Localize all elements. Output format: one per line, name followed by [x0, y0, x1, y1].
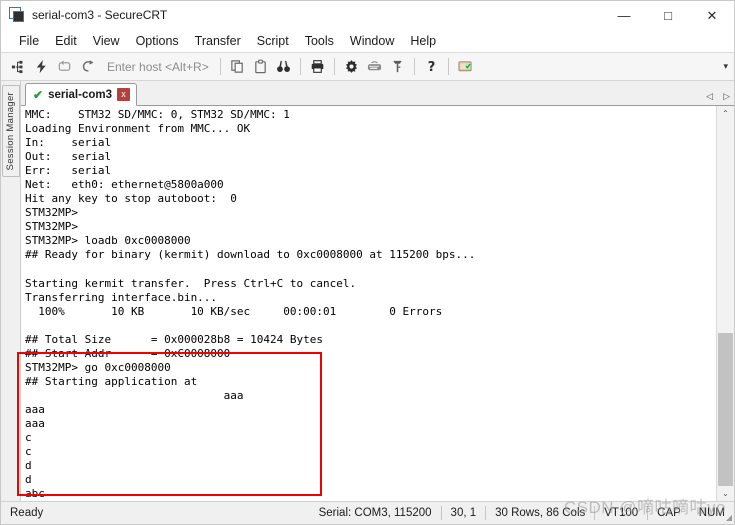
- terminal-line: Starting kermit transfer. Press Ctrl+C t…: [25, 276, 357, 290]
- menu-transfer[interactable]: Transfer: [187, 32, 249, 50]
- check-icon: ✔: [33, 87, 44, 102]
- tab-next-icon[interactable]: ▷: [723, 91, 730, 102]
- menu-options[interactable]: Options: [128, 32, 187, 50]
- terminal-line: c: [25, 431, 32, 445]
- svg-text:?: ?: [427, 60, 435, 74]
- find-icon[interactable]: [272, 55, 295, 78]
- secure-desktop-icon[interactable]: [454, 55, 477, 78]
- toolbar-separator-4: [413, 58, 415, 75]
- menu-tools[interactable]: Tools: [297, 32, 342, 50]
- tab-serial-com3[interactable]: ✔ serial-com3 x: [25, 83, 137, 106]
- toolbar-separator-3: [333, 58, 335, 75]
- terminal-line: aaa: [25, 388, 244, 402]
- close-button[interactable]: ✕: [690, 1, 734, 29]
- status-dimensions: 30 Rows, 86 Cols: [495, 507, 586, 519]
- terminal-line: ## Total Size = 0x000028b8 = 10424 Bytes: [25, 332, 324, 346]
- terminal-line: abc: [25, 487, 45, 501]
- terminal-line: ## Starting application at: [25, 374, 198, 388]
- help-icon[interactable]: ?: [420, 55, 443, 78]
- terminal-line: d: [25, 473, 32, 487]
- quick-connect-icon[interactable]: [30, 55, 53, 78]
- menu-edit[interactable]: Edit: [47, 32, 85, 50]
- tab-navigation: ◁ ▷: [706, 91, 730, 102]
- terminal-scrollbar[interactable]: ⌃ ⌄: [716, 106, 734, 501]
- terminal-line: In: serial: [25, 136, 112, 150]
- disconnect-icon[interactable]: [76, 55, 99, 78]
- reconnect-icon[interactable]: [53, 55, 76, 78]
- terminal-line: ## Start Addr = 0xC0008000: [25, 346, 231, 360]
- terminal-line: aaa: [25, 402, 45, 416]
- terminal-line: ## Ready for binary (kermit) download to…: [25, 248, 476, 262]
- session-options-icon[interactable]: [340, 55, 363, 78]
- scroll-thumb[interactable]: [718, 332, 733, 486]
- terminal-line: STM32MP> loadb 0xc0008000: [25, 234, 191, 248]
- menu-view[interactable]: View: [85, 32, 128, 50]
- terminal-line: STM32MP>: [25, 206, 78, 220]
- terminal-output[interactable]: MMC: STM32 SD/MMC: 0, STM32 SD/MMC: 1 Loa…: [21, 106, 716, 501]
- terminal-line: MMC: STM32 SD/MMC: 0, STM32 SD/MMC: 1: [25, 108, 290, 121]
- terminal-line: 100% 10 KB 10 KB/sec 00:00:01 0 Errors: [25, 304, 443, 318]
- terminal-line: Hit any key to stop autoboot: 0: [25, 192, 237, 206]
- window-title: serial-com3 - SecureCRT: [32, 8, 168, 22]
- main-body: Session Manager ✔ serial-com3 x ◁ ▷ MMC:…: [1, 81, 734, 501]
- status-connection: Serial: COM3, 115200: [318, 507, 432, 519]
- terminal-line: Err: serial: [25, 164, 112, 178]
- status-cursor-position: 30, 1: [450, 507, 477, 519]
- resize-grip[interactable]: ◢: [726, 513, 732, 522]
- terminal-line: c: [25, 445, 32, 459]
- status-bar: Ready Serial: COM3, 115200 30, 1 30 Rows…: [1, 501, 734, 524]
- menu-bar: File Edit View Options Transfer Script T…: [1, 29, 734, 53]
- close-icon[interactable]: x: [117, 88, 130, 101]
- toolbar-overflow-button[interactable]: ▾: [723, 53, 728, 80]
- session-manager-rail: Session Manager: [1, 81, 21, 501]
- content-column: ✔ serial-com3 x ◁ ▷ MMC: STM32 SD/MMC: 0…: [21, 81, 734, 501]
- menu-script[interactable]: Script: [249, 32, 297, 50]
- toolbar: Enter host <Alt+R> ? ▾: [1, 53, 734, 81]
- key-icon[interactable]: [386, 55, 409, 78]
- terminal-line: Out: serial: [25, 150, 112, 164]
- scroll-up-icon[interactable]: ⌃: [717, 106, 734, 121]
- terminal-line: d: [25, 459, 32, 473]
- toolbar-separator-2: [299, 58, 301, 75]
- securecrt-icon: [9, 7, 25, 23]
- tab-label: serial-com3: [48, 88, 112, 101]
- scroll-track[interactable]: [717, 121, 734, 486]
- session-manager-label: Session Manager: [5, 92, 16, 171]
- toolbar-separator-5: [447, 58, 449, 75]
- status-caps-lock: CAP: [657, 507, 681, 519]
- menu-help[interactable]: Help: [402, 32, 444, 50]
- terminal-line: STM32MP>: [25, 220, 78, 234]
- title-bar: serial-com3 - SecureCRT — □ ✕: [1, 1, 734, 29]
- print-icon[interactable]: [306, 55, 329, 78]
- status-state: Ready: [10, 507, 44, 519]
- menu-file[interactable]: File: [11, 32, 47, 50]
- new-session-icon[interactable]: [7, 55, 30, 78]
- copy-icon[interactable]: [226, 55, 249, 78]
- keymap-editor-icon[interactable]: [363, 55, 386, 78]
- terminal-line: Transferring interface.bin...: [25, 290, 218, 304]
- paste-icon[interactable]: [249, 55, 272, 78]
- window-controls: — □ ✕: [602, 1, 734, 29]
- tab-strip: ✔ serial-com3 x ◁ ▷: [21, 81, 734, 106]
- menu-window[interactable]: Window: [342, 32, 402, 50]
- status-emulation: VT100: [604, 507, 639, 519]
- terminal-line: Net: eth0: ethernet@5800a000: [25, 178, 224, 192]
- toolbar-separator: [219, 58, 221, 75]
- minimize-button[interactable]: —: [602, 1, 646, 29]
- securecrt-window: serial-com3 - SecureCRT — □ ✕ File Edit …: [0, 0, 735, 525]
- terminal-line: aaa: [25, 417, 45, 431]
- terminal-line: Loading Environment from MMC... OK: [25, 122, 251, 136]
- tab-prev-icon[interactable]: ◁: [706, 91, 713, 102]
- host-input[interactable]: Enter host <Alt+R>: [107, 60, 209, 74]
- session-manager-tab[interactable]: Session Manager: [1, 85, 20, 178]
- scroll-down-icon[interactable]: ⌄: [717, 486, 734, 501]
- terminal-area: MMC: STM32 SD/MMC: 0, STM32 SD/MMC: 1 Loa…: [21, 106, 734, 501]
- terminal-line: STM32MP> go 0xc0008000: [25, 360, 171, 374]
- maximize-button[interactable]: □: [646, 1, 690, 29]
